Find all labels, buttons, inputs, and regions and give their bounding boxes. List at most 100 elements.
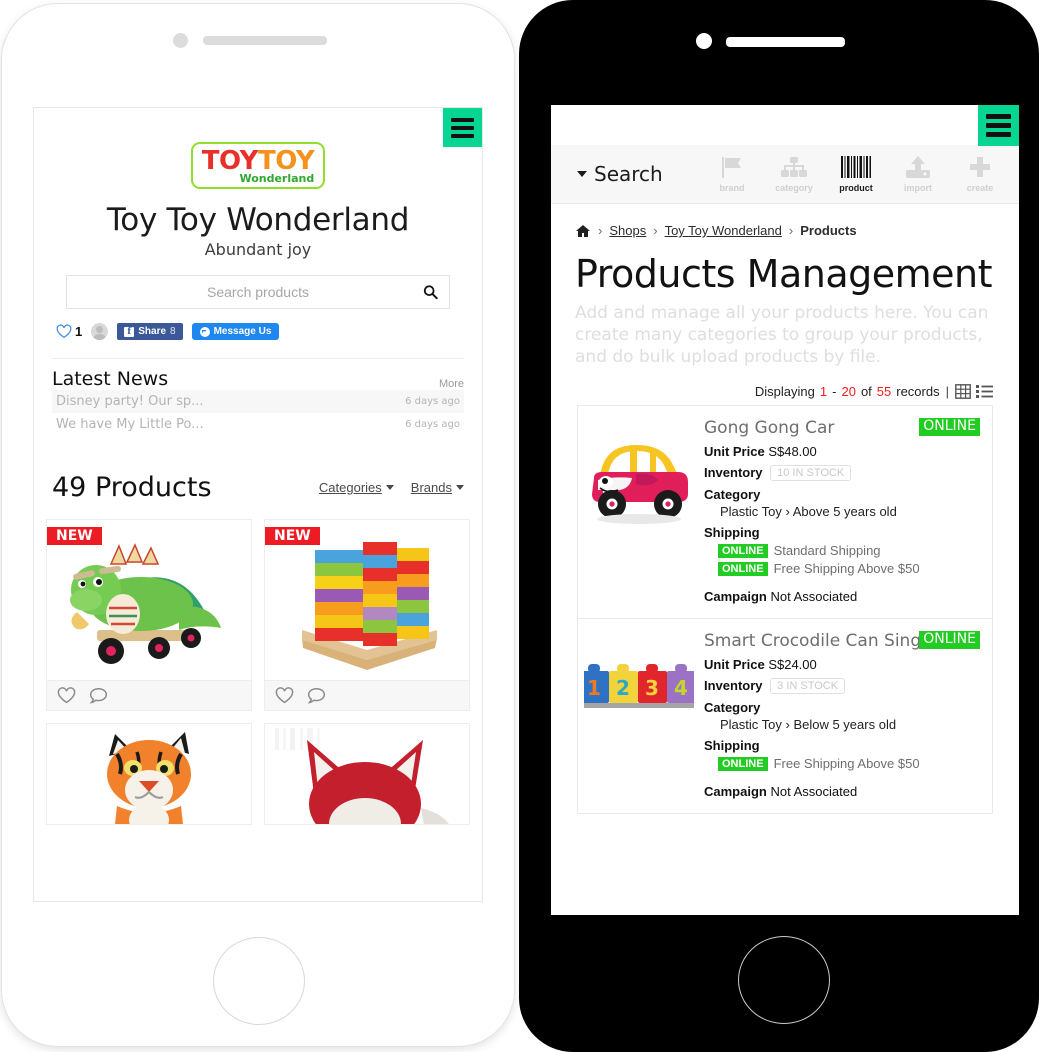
displaying-prefix: Displaying <box>754 384 815 400</box>
earpiece-speaker-right <box>726 37 845 47</box>
campaign-value: Not Associated <box>770 589 858 605</box>
facebook-share-count: 8 <box>170 326 176 337</box>
product-row[interactable]: 1 2 3 4 Smart Crocodile Can Sing ONLINE … <box>578 619 992 815</box>
category-label-line: Category <box>704 487 984 502</box>
search-input[interactable] <box>67 283 449 301</box>
breadcrumb-shop-name[interactable]: Toy Toy Wonderland <box>665 223 782 238</box>
shop-title: Toy Toy Wonderland <box>106 202 410 238</box>
product-count-title: 49 Products <box>52 472 212 503</box>
brand-icon <box>701 155 763 179</box>
latest-news-header: Latest News More <box>52 368 464 390</box>
categories-filter[interactable]: Categories <box>319 480 394 495</box>
avatar <box>91 323 109 340</box>
shop-tagline: Abundant joy <box>204 240 312 259</box>
product-row[interactable]: Gong Gong Car ONLINE Unit Price S$48.00 … <box>578 406 992 620</box>
comment-icon[interactable] <box>89 687 108 704</box>
red-fox-plush-illustration <box>275 728 449 824</box>
front-camera-dot-right <box>696 33 712 49</box>
brands-filter-label: Brands <box>410 480 452 495</box>
product-thumbnail <box>584 418 694 528</box>
news-item-text: Disney party! Our sp... <box>56 394 204 409</box>
category-label-line: Category <box>704 700 984 715</box>
facebook-icon: f <box>124 326 135 337</box>
displaying-dash: - <box>832 384 837 400</box>
toolbar-item-import[interactable]: import <box>887 155 949 193</box>
heart-icon[interactable] <box>57 687 76 704</box>
inventory-label: Inventory <box>704 465 763 481</box>
category-label: Category <box>704 700 761 716</box>
category-icon <box>763 155 825 179</box>
admin-menu-button[interactable] <box>978 105 1019 146</box>
news-more-link[interactable]: More <box>439 378 464 390</box>
search-icon[interactable] <box>423 285 438 300</box>
toolbar-icons: brand category product import create <box>701 155 1011 193</box>
grid-view-icon[interactable] <box>955 384 971 400</box>
brands-filter[interactable]: Brands <box>411 480 464 495</box>
import-upload-icon <box>887 155 949 179</box>
svg-text:1: 1 <box>587 676 601 700</box>
toolbar-item-brand[interactable]: brand <box>701 155 763 193</box>
hamburger-line <box>986 132 1011 137</box>
product-details: Gong Gong Car ONLINE Unit Price S$48.00 … <box>694 418 984 604</box>
shop-header: TOYTOY Wonderland Toy Toy Wonderland Abu… <box>34 108 482 259</box>
toolbar-item-create[interactable]: create <box>949 155 1011 193</box>
page-title: Products Management <box>575 252 992 296</box>
product-details: Smart Crocodile Can Sing ONLINE Unit Pri… <box>694 631 984 799</box>
product-card[interactable] <box>264 723 470 825</box>
messenger-icon <box>199 326 210 337</box>
category-value: Plastic Toy › Above 5 years old <box>720 504 897 520</box>
comment-icon[interactable] <box>307 687 326 704</box>
inventory-label: Inventory <box>704 678 763 694</box>
chevron-down-icon <box>577 171 587 177</box>
hamburger-line <box>451 133 474 138</box>
categories-filter-label: Categories <box>318 480 382 495</box>
like-count: 1 <box>75 324 83 339</box>
toolbar-item-category[interactable]: category <box>763 155 825 193</box>
create-plus-icon <box>949 155 1011 179</box>
home-button-left[interactable] <box>213 937 305 1025</box>
products-header: 49 Products Categories Brands <box>52 472 464 503</box>
home-icon[interactable] <box>575 224 591 238</box>
new-badge: NEW <box>47 527 102 545</box>
product-card[interactable]: NEW <box>46 519 252 711</box>
breadcrumb-shops[interactable]: Shops <box>609 223 646 238</box>
storefront-menu-button[interactable] <box>443 108 482 147</box>
facebook-share-button[interactable]: f Share 8 <box>117 323 183 340</box>
product-card[interactable]: NEW <box>264 519 470 711</box>
campaign-line: Campaign Not Associated <box>704 784 984 799</box>
breadcrumb: › Shops › Toy Toy Wonderland › Products <box>551 204 1019 238</box>
campaign-line: Campaign Not Associated <box>704 589 984 604</box>
displaying-suffix: records <box>896 384 940 400</box>
heart-icon[interactable] <box>275 687 294 704</box>
unit-price-value: S$48.00 <box>768 444 817 460</box>
admin-topbar <box>551 105 1019 146</box>
divider <box>52 358 464 359</box>
shipping-option-name: Free Shipping Above $50 <box>773 561 920 577</box>
shop-logo[interactable]: TOYTOY Wonderland <box>190 142 326 189</box>
toolbar-label-import: import <box>904 183 932 193</box>
like-button[interactable]: 1 <box>56 324 82 339</box>
new-badge: NEW <box>265 527 320 545</box>
product-search-bar[interactable] <box>66 275 450 309</box>
breadcrumb-separator: › <box>598 223 603 238</box>
product-thumbnail: 1 2 3 4 <box>584 631 694 741</box>
toolbar-label-product: product <box>839 183 873 193</box>
shipping-option-name: Free Shipping Above $50 <box>773 756 920 772</box>
shipping-label-line: Shipping <box>704 525 984 540</box>
search-toggle-label: Search <box>594 162 663 186</box>
news-list-item[interactable]: Disney party! Our sp... 6 days ago <box>52 390 464 413</box>
unit-price-label: Unit Price <box>704 657 765 673</box>
search-toggle[interactable]: Search <box>577 162 663 186</box>
message-us-button[interactable]: Message Us <box>191 323 280 340</box>
list-view-icon[interactable] <box>976 384 993 399</box>
news-item-text: We have My Little Po... <box>56 417 204 432</box>
toolbar-item-product[interactable]: product <box>825 155 887 193</box>
hamburger-line <box>451 117 474 122</box>
displaying-row: Displaying 1 - 20 of 55 records | <box>577 384 993 399</box>
news-list-item[interactable]: We have My Little Po... 6 days ago <box>52 413 464 436</box>
home-button-right[interactable] <box>738 936 830 1024</box>
products-list: Gong Gong Car ONLINE Unit Price S$48.00 … <box>577 405 993 815</box>
earpiece-speaker-left <box>203 36 327 45</box>
category-value: Plastic Toy › Below 5 years old <box>720 717 897 733</box>
product-card[interactable] <box>46 723 252 825</box>
